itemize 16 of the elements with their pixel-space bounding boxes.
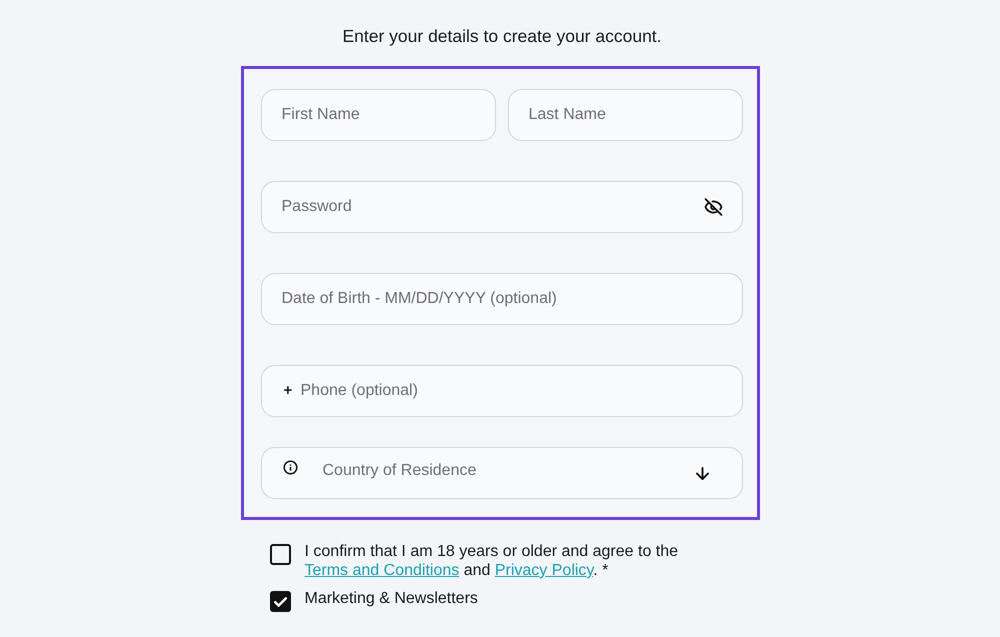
checkbox[interactable] — [270, 591, 290, 612]
info-icon — [282, 460, 298, 475]
text-link[interactable]: Privacy Policy — [494, 562, 594, 579]
eye-off-icon[interactable] — [704, 198, 722, 216]
name-field[interactable]: First Name — [260, 89, 496, 141]
checkmark-icon — [274, 596, 286, 606]
text-link[interactable]: Terms and Conditions — [304, 562, 460, 579]
name-field[interactable]: Last Name — [508, 89, 742, 141]
consent-label: Marketing & Newsletters — [304, 589, 479, 608]
checkbox[interactable] — [270, 544, 290, 565]
phone-prefix: + — [284, 383, 292, 399]
date-field[interactable]: Date of Birth - MM/DD/YYYY (optional) — [260, 273, 742, 325]
page-heading: Enter your details to create your account. — [342, 25, 662, 48]
password-field[interactable]: Password — [260, 181, 742, 233]
country-select[interactable]: Country of Residence — [260, 447, 742, 499]
consent-label: I confirm that I am 18 years or older and agree to the Terms and Conditions and Privacy Policy. * — [304, 542, 680, 580]
